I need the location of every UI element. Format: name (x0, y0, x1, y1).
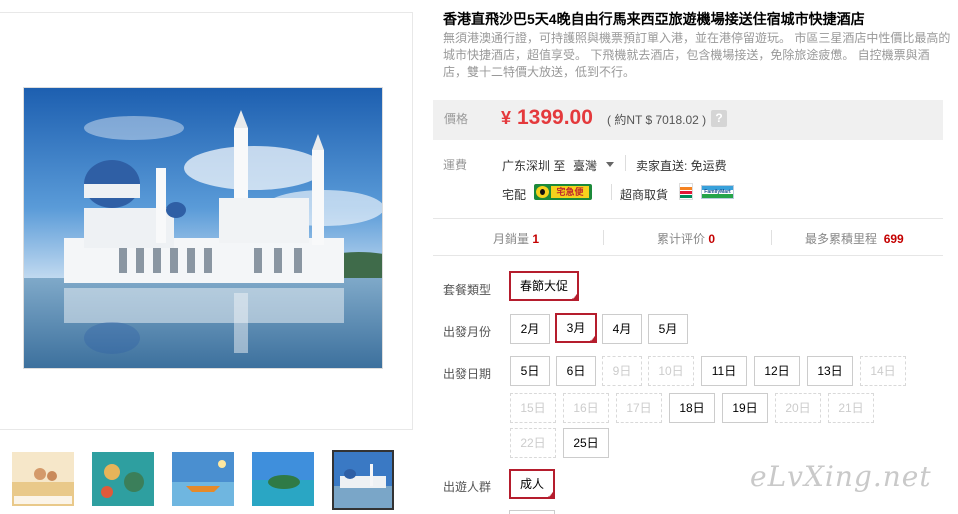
mileage-value: 699 (883, 232, 904, 246)
month-option[interactable]: 2月 (510, 314, 550, 344)
mileage: 最多累積里程 699 (805, 230, 904, 247)
store-pickup-label: 超商取貨 (620, 188, 669, 202)
shipping-seller-note: 卖家直送: 免运费 (636, 159, 727, 173)
monthly-sales: 月銷量 1 (493, 230, 539, 247)
price-label: 價格 (444, 112, 469, 126)
thumbnail-2[interactable] (92, 452, 154, 506)
main-product-image (23, 87, 383, 369)
date-option[interactable]: 25日 (563, 428, 609, 458)
date-option-disabled: 14日 (860, 356, 906, 386)
thumbnail-4[interactable] (252, 452, 314, 506)
thumbnail-strip (0, 450, 413, 514)
date-option[interactable]: 5日 (510, 356, 550, 386)
date-option[interactable]: 19日 (722, 393, 768, 423)
divider (611, 184, 612, 200)
departure-date-label: 出發日期 (443, 367, 492, 381)
package-type-label: 套餐類型 (443, 283, 492, 297)
cat-icon (536, 186, 549, 198)
stats-bar: 月銷量 1 累计评价 0 最多累積里程 699 (433, 218, 943, 256)
date-option[interactable]: 13日 (807, 356, 853, 386)
date-option-disabled: 22日 (510, 428, 556, 458)
date-option[interactable]: 11日 (701, 356, 747, 386)
thumbnail-1[interactable] (12, 452, 74, 506)
thumbnail-3[interactable] (172, 452, 234, 506)
review-count[interactable]: 累计评价 0 (657, 230, 715, 247)
package-option-selected[interactable]: 春節大促 (509, 271, 579, 302)
chevron-down-icon[interactable] (606, 162, 614, 167)
date-option-disabled: 21日 (828, 393, 874, 423)
date-option[interactable]: 18日 (669, 393, 715, 423)
date-option-disabled: 15日 (510, 393, 556, 423)
traveler-option[interactable] (509, 510, 555, 514)
divider (625, 155, 626, 171)
product-title: 香港直飛沙巴5天4晚自由行馬来西亞旅遊機場接送住宿城市快捷酒店 (443, 11, 865, 27)
help-icon[interactable]: ? (711, 110, 727, 127)
main-image-panel (0, 12, 413, 430)
mileage-label: 最多累積里程 (805, 232, 878, 246)
seven-eleven-logo-icon (679, 183, 693, 200)
price-value: 1399.00 (517, 106, 593, 129)
traveler-type-label: 出遊人群 (443, 480, 492, 494)
date-option-disabled: 16日 (563, 393, 609, 423)
home-delivery-label: 宅配 (502, 188, 527, 202)
departure-month-label: 出發月份 (443, 325, 492, 339)
shipping-from: 广东深圳 至 (502, 159, 566, 173)
monthly-sales-label: 月銷量 (493, 232, 530, 246)
month-option-selected[interactable]: 3月 (555, 313, 597, 344)
familymart-logo-icon: FamilyMart (701, 185, 734, 199)
price-bar: 價格 ¥ 1399.00 ( 約NT $ 7018.02 ) ? (433, 100, 943, 140)
price-currency: ¥ (501, 108, 512, 128)
date-option-disabled: 17日 (616, 393, 662, 423)
date-option-disabled: 10日 (648, 356, 694, 386)
price-converted: ( 約NT $ 7018.02 ) (607, 113, 707, 127)
date-option[interactable]: 6日 (556, 356, 596, 386)
blackcat-logo-text: 宅急便 (551, 186, 589, 198)
shipping-destination-select[interactable]: 臺灣 (573, 157, 597, 174)
review-count-value: 0 (708, 232, 716, 246)
product-subtitle: 無須港澳通行證，可持護照與機票預訂單入港，並在港停留遊玩。 市區三星酒店中性價比… (443, 31, 951, 79)
traveler-option-selected[interactable]: 成人 (509, 469, 555, 500)
blackcat-logo-icon: 宅急便 (534, 184, 592, 200)
date-option[interactable]: 12日 (754, 356, 800, 386)
date-option-disabled: 20日 (775, 393, 821, 423)
month-option[interactable]: 4月 (602, 314, 642, 344)
mosque-photo (24, 88, 382, 368)
month-option[interactable]: 5月 (648, 314, 688, 344)
monthly-sales-value: 1 (532, 232, 540, 246)
thumbnail-5-selected[interactable] (332, 450, 394, 510)
watermark: eLvXing.net (750, 460, 932, 493)
divider (771, 230, 772, 245)
shipping-label: 運費 (443, 158, 468, 172)
divider (603, 230, 604, 245)
date-option-disabled: 9日 (602, 356, 642, 386)
review-count-label: 累计评价 (657, 232, 706, 246)
